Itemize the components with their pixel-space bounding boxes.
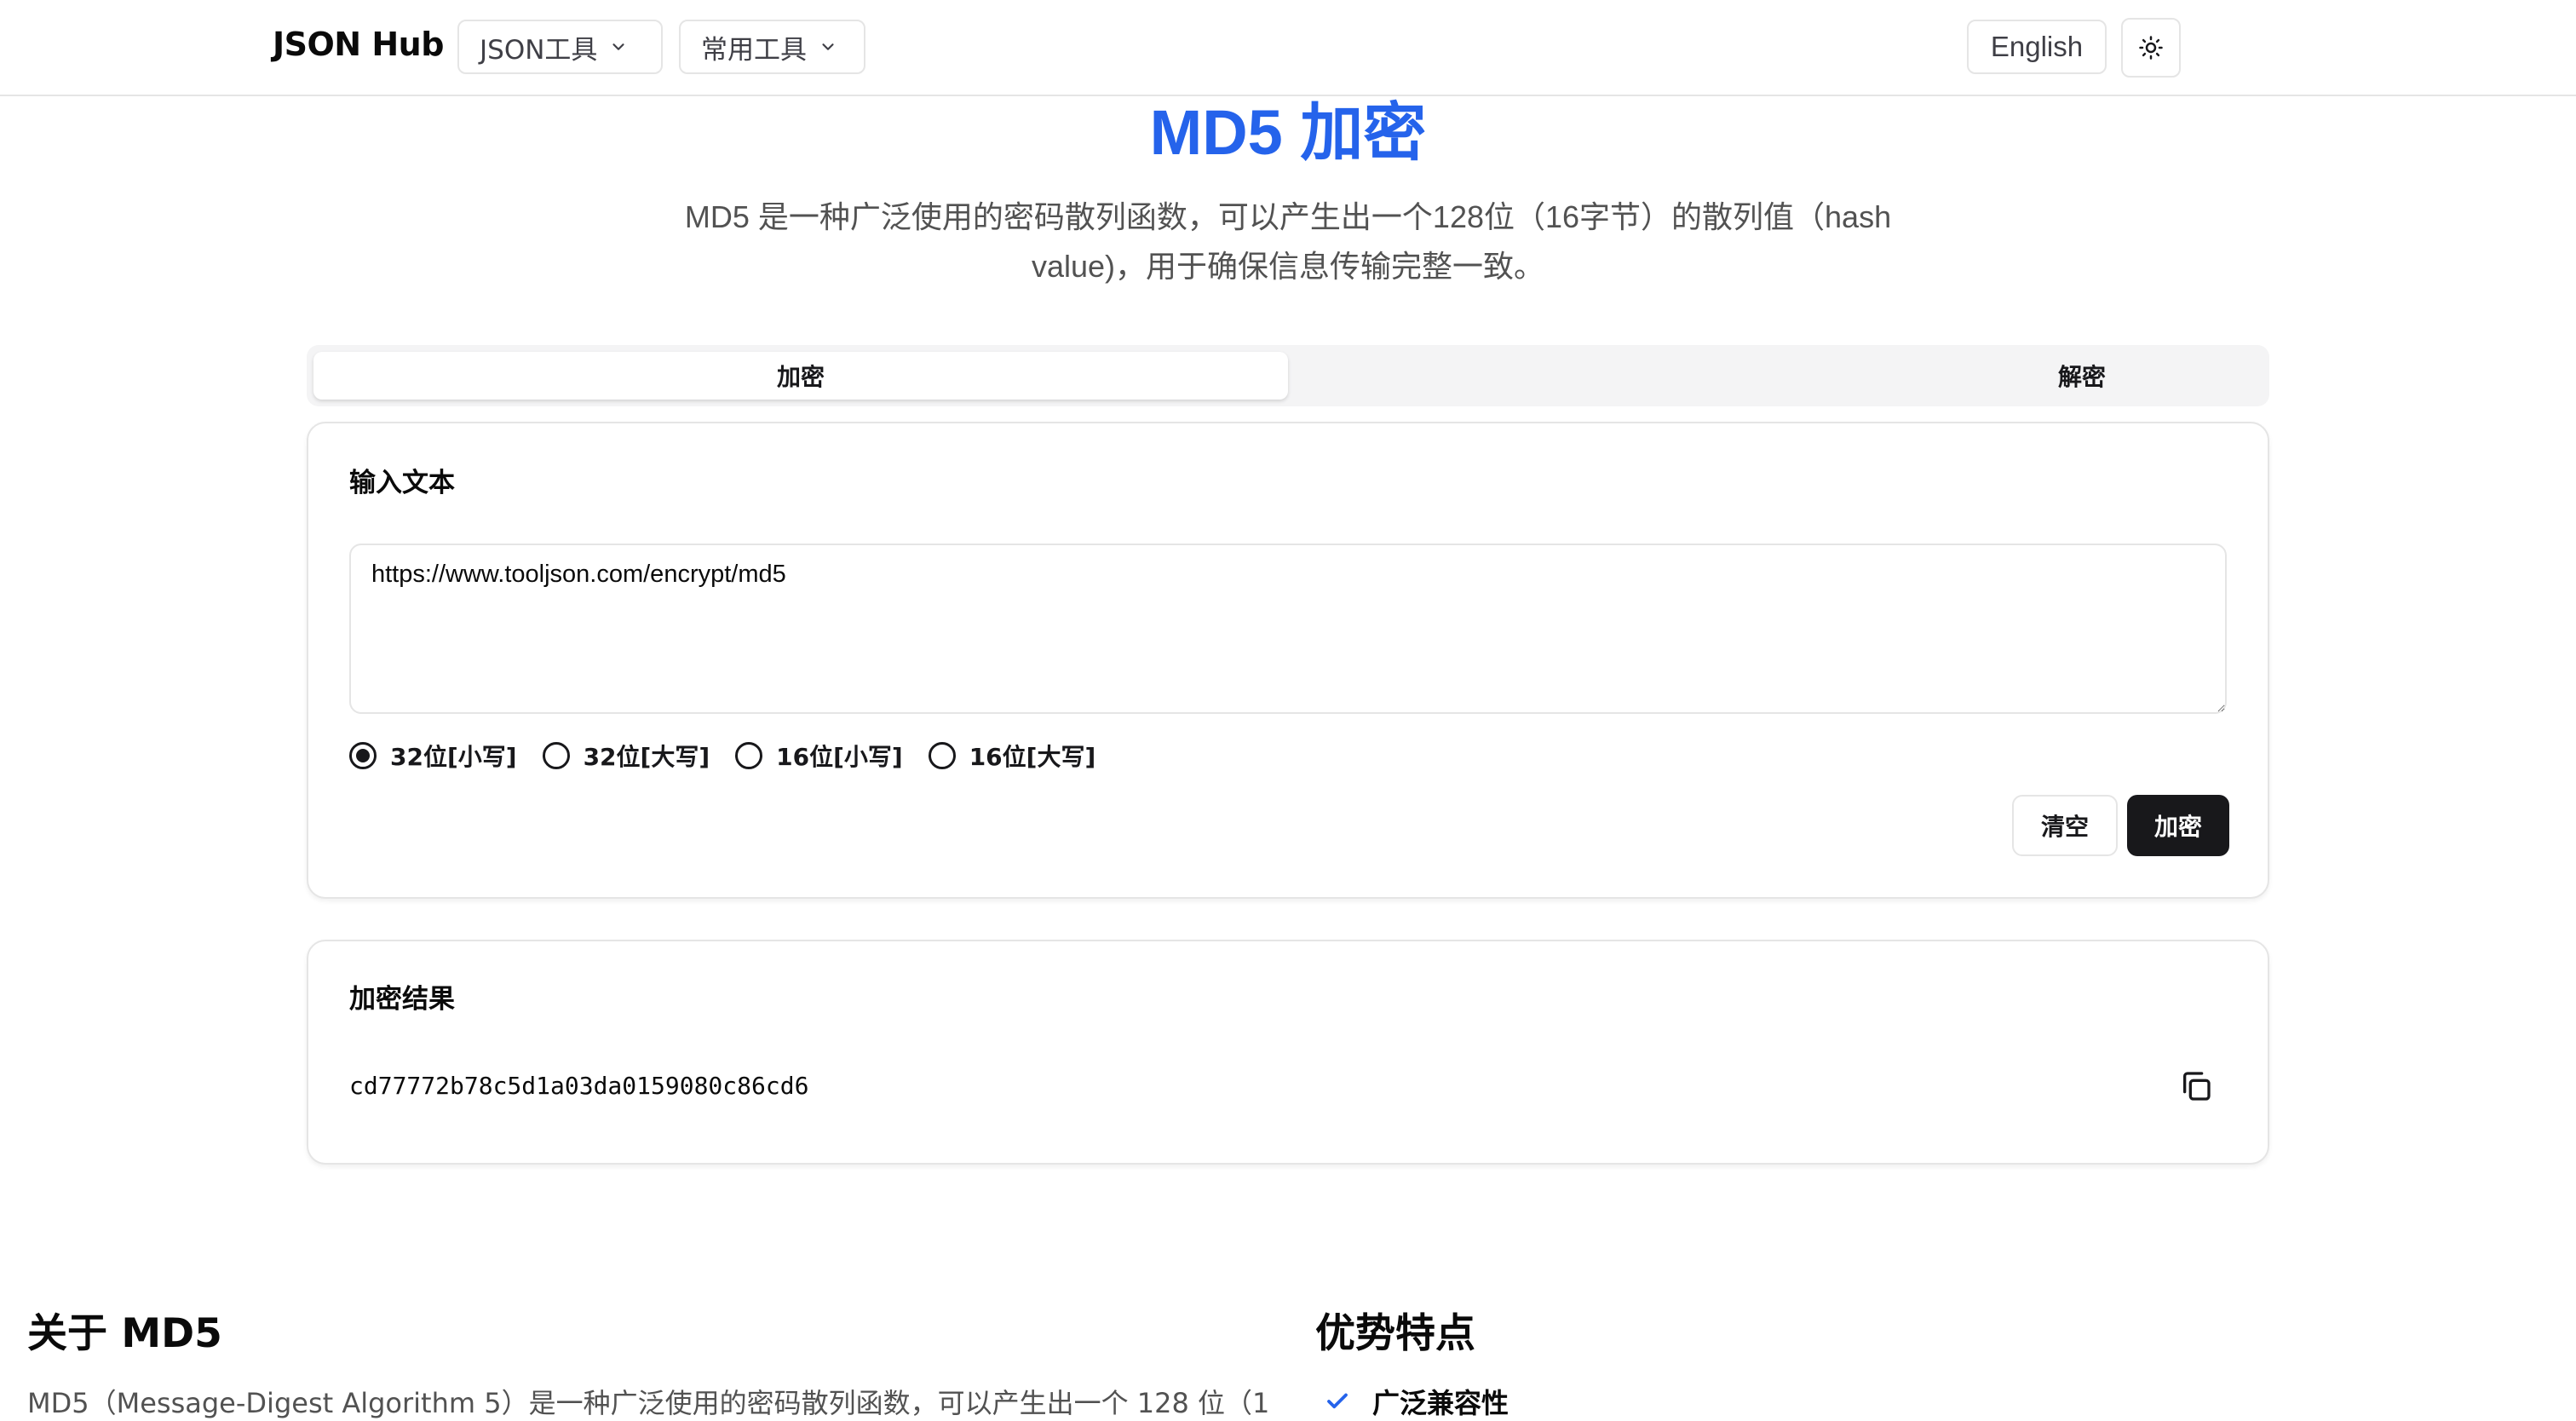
input-card-title: 输入文本 [349, 468, 455, 498]
feature-label: 广泛兼容性 [1372, 1387, 1509, 1419]
radio-unselected-icon [735, 742, 763, 769]
page-description: MD5 是一种广泛使用的密码散列函数，可以产生出一个128位（16字节）的散列值… [641, 193, 1935, 291]
radio-unselected-icon [542, 742, 570, 769]
about-section-text: MD5（Message-Digest Algorithm 5）是一种广泛使用的密… [27, 1387, 1271, 1419]
site-logo[interactable]: JSON Hub [273, 26, 444, 63]
radio-32-lower[interactable]: 32位[小写] [349, 739, 517, 773]
language-button[interactable]: English [1967, 20, 2107, 74]
mode-tabs: 加密 解密 [307, 345, 2269, 406]
input-textarea[interactable]: https://www.tooljson.com/encrypt/md5 [349, 544, 2227, 714]
result-card-title: 加密结果 [349, 984, 455, 1015]
top-navbar: JSON Hub JSON工具 常用工具 English [0, 0, 2576, 96]
description-line: value)，用于确保信息传输完整一致。 [1031, 249, 1545, 284]
copy-icon [2183, 1072, 2211, 1101]
features-section-title: 优势特点 [1315, 1310, 1475, 1357]
radio-selected-icon [349, 742, 377, 769]
radio-16-lower[interactable]: 16位[小写] [735, 739, 903, 773]
description-line: MD5 是一种广泛使用的密码散列函数，可以产生出一个128位（16字节）的散列值… [684, 199, 1892, 234]
clear-button[interactable]: 清空 [2012, 795, 2118, 856]
radio-16-upper[interactable]: 16位[大写] [928, 739, 1096, 773]
check-icon [1327, 1393, 1348, 1409]
output-format-radio-group: 32位[小写] 32位[大写] 16位[小写] 16位[大写] [349, 739, 1121, 773]
nav-dropdown-label: JSON工具 [480, 34, 598, 66]
input-card: 输入文本 https://www.tooljson.com/encrypt/md… [307, 422, 2269, 899]
radio-unselected-icon [928, 742, 956, 769]
nav-dropdown-json-tools[interactable]: JSON工具 [457, 20, 663, 74]
radio-label: 32位[小写] [390, 743, 517, 771]
encrypt-button[interactable]: 加密 [2127, 795, 2229, 856]
md5-result-value: cd77772b78c5d1a03da0159080c86cd6 [349, 1072, 809, 1100]
tab-decrypt[interactable]: 解密 [1595, 352, 2569, 400]
nav-dropdown-common-tools[interactable]: 常用工具 [679, 20, 865, 74]
chevron-down-icon [612, 43, 625, 50]
theme-toggle-button[interactable] [2121, 18, 2181, 78]
copy-button[interactable] [2179, 1069, 2213, 1103]
radio-label: 16位[大写] [969, 743, 1096, 771]
tab-encrypt[interactable]: 加密 [313, 352, 1288, 400]
page-title: MD5 加密 [1149, 97, 1427, 168]
about-section-title: 关于 MD5 [27, 1310, 222, 1357]
result-card: 加密结果 cd77772b78c5d1a03da0159080c86cd6 [307, 940, 2269, 1165]
feature-item: 广泛兼容性 [1325, 1382, 1509, 1421]
radio-32-upper[interactable]: 32位[大写] [542, 739, 710, 773]
radio-label: 16位[小写] [776, 743, 903, 771]
nav-dropdown-label: 常用工具 [701, 34, 807, 66]
chevron-down-icon [822, 43, 834, 50]
radio-label: 32位[大写] [583, 743, 710, 771]
sun-icon [2139, 36, 2163, 60]
